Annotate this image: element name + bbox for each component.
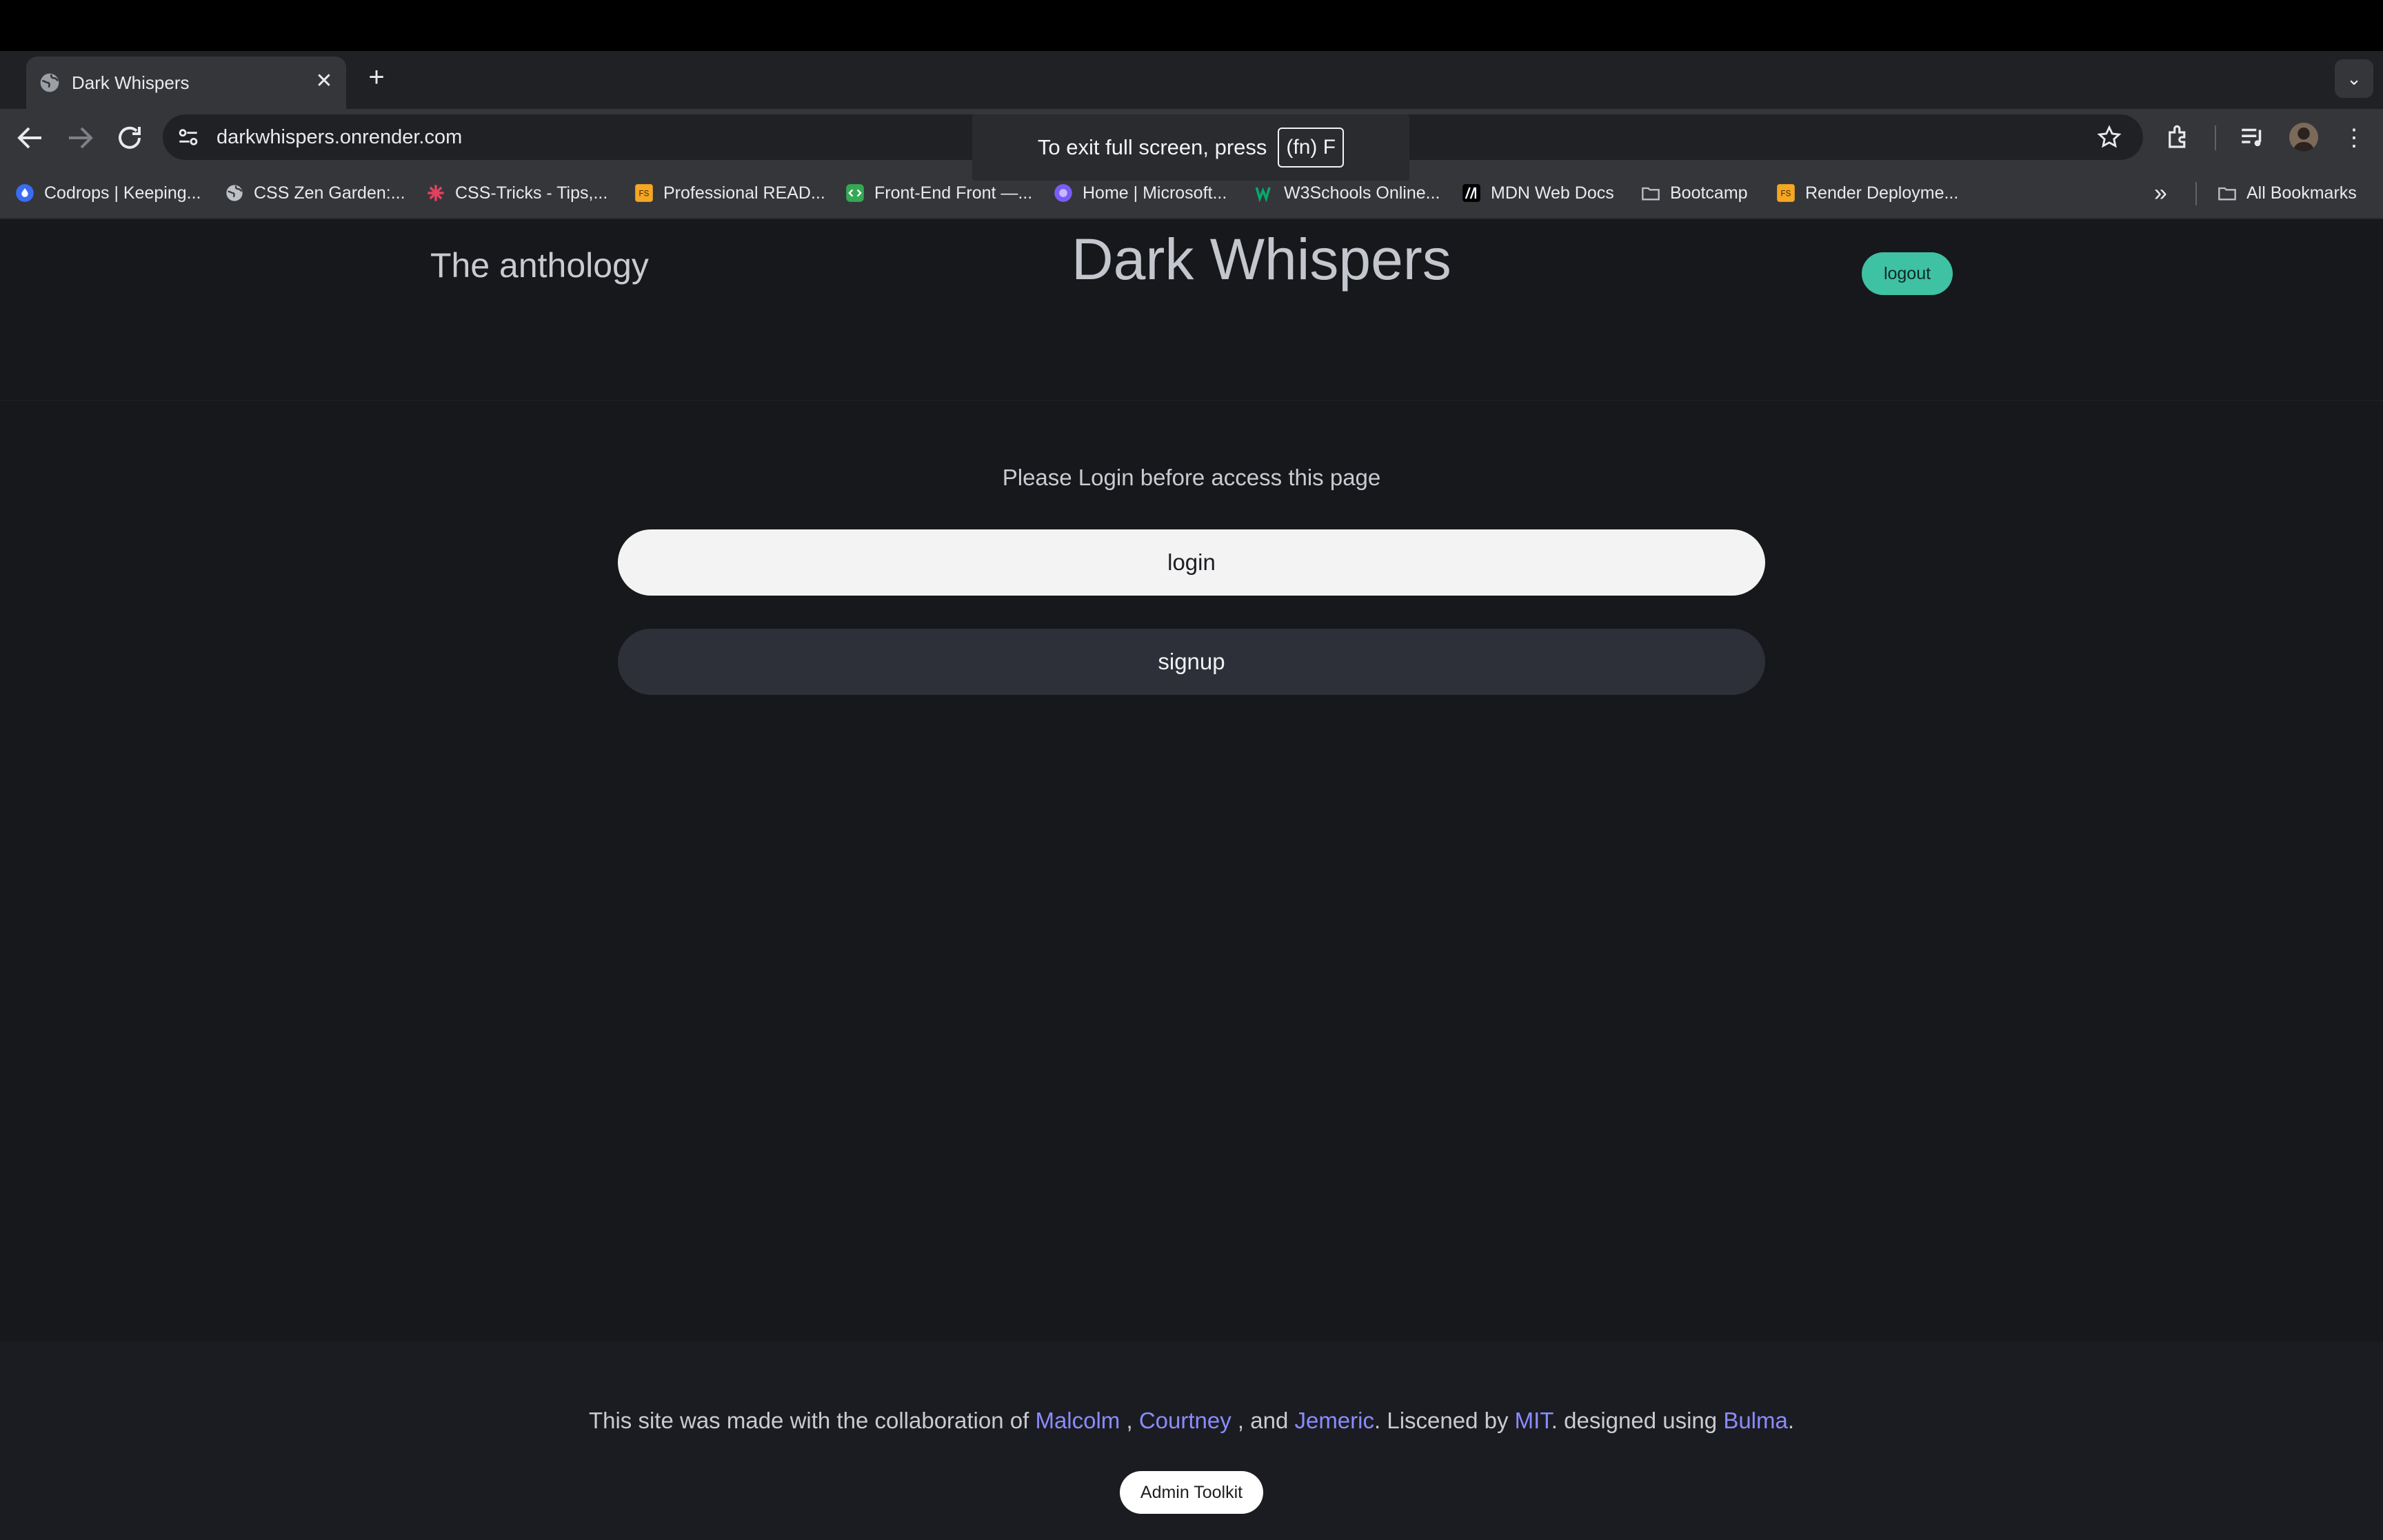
- forward-arrow-icon[interactable]: [63, 121, 97, 154]
- fullscreen-exit-toast: To exit full screen, press (fn) F: [972, 114, 1409, 181]
- microsoft-icon: [1054, 183, 1073, 203]
- mdn-icon: [1462, 183, 1481, 203]
- author-link-malcolm[interactable]: Malcolm: [1035, 1408, 1120, 1433]
- bookmark-codrops[interactable]: Codrops | Keeping...: [15, 181, 201, 205]
- codrops-icon: [15, 183, 34, 203]
- bookmark-css-tricks[interactable]: CSS-Tricks - Tips,...: [426, 181, 607, 205]
- profile-avatar[interactable]: [2289, 123, 2318, 152]
- new-tab-icon[interactable]: +: [360, 61, 393, 94]
- fs-icon: FS: [1776, 183, 1796, 203]
- bookmark-microsoft[interactable]: Home | Microsoft...: [1054, 181, 1227, 205]
- toolbar-divider: [2215, 125, 2216, 150]
- page-content: The anthology Dark Whispers logout Pleas…: [0, 219, 2383, 1540]
- bookmark-css-zen-garden[interactable]: CSS Zen Garden:...: [225, 181, 405, 205]
- close-tab-icon[interactable]: ✕: [310, 68, 338, 95]
- logout-button[interactable]: logout: [1862, 252, 1953, 295]
- license-link-mit[interactable]: MIT: [1515, 1408, 1551, 1433]
- tab-dark-whispers[interactable]: Dark Whispers ✕: [26, 57, 346, 109]
- globe-icon: [225, 183, 244, 203]
- media-controls-icon[interactable]: [2238, 123, 2267, 152]
- fullscreen-key-hint: (fn) F: [1278, 128, 1345, 168]
- tab-strip: Dark Whispers ✕ + ⌄: [0, 51, 2383, 109]
- reload-icon[interactable]: [113, 121, 146, 154]
- w3schools-icon: [1255, 183, 1274, 203]
- framework-link-bulma[interactable]: Bulma: [1723, 1408, 1788, 1433]
- browser-menu-icon[interactable]: ⋮: [2340, 121, 2368, 154]
- login-required-notice: Please Login before access this page: [1002, 465, 1381, 490]
- bookmark-professional-readme[interactable]: FS Professional READ...: [634, 181, 825, 205]
- footer: This site was made with the collaboratio…: [0, 1341, 2383, 1540]
- bookmark-star-icon[interactable]: [2096, 124, 2122, 150]
- back-arrow-icon[interactable]: [14, 121, 47, 154]
- globe-icon: [40, 73, 59, 92]
- header-divider: [0, 400, 2383, 401]
- frontend-icon: [845, 183, 865, 203]
- site-subtitle: The anthology: [430, 246, 649, 285]
- more-bookmarks-chevron-icon[interactable]: »: [2154, 180, 2167, 206]
- footer-credits: This site was made with the collaboratio…: [588, 1408, 1795, 1433]
- login-button[interactable]: login: [618, 529, 1765, 596]
- site-title[interactable]: Dark Whispers: [1072, 226, 1451, 293]
- window-top-bar: [0, 0, 2383, 51]
- bookmark-render-deployment[interactable]: FS Render Deployme...: [1776, 181, 1958, 205]
- css-tricks-icon: [426, 183, 445, 203]
- extensions-puzzle-icon[interactable]: [2164, 123, 2193, 152]
- bookmark-bootcamp-folder[interactable]: Bootcamp: [1641, 181, 1748, 205]
- bookmark-w3schools[interactable]: W3Schools Online...: [1255, 181, 1440, 205]
- site-info-icon[interactable]: [175, 124, 201, 150]
- signup-button[interactable]: signup: [618, 629, 1765, 695]
- bookmarks-divider: [2195, 182, 2197, 205]
- bookmark-front-end-front[interactable]: Front-End Front —...: [845, 181, 1032, 205]
- svg-text:FS: FS: [639, 190, 650, 199]
- url-text[interactable]: darkwhispers.onrender.com: [217, 124, 462, 150]
- bookmark-mdn[interactable]: MDN Web Docs: [1462, 181, 1614, 205]
- svg-text:FS: FS: [1781, 190, 1791, 199]
- author-link-courtney[interactable]: Courtney: [1139, 1408, 1231, 1433]
- tab-title: Dark Whispers: [72, 72, 190, 93]
- author-link-jemeric[interactable]: Jemeric: [1294, 1408, 1374, 1433]
- admin-toolkit-button[interactable]: Admin Toolkit: [1120, 1471, 1263, 1514]
- fs-icon: FS: [634, 183, 654, 203]
- all-bookmarks-folder[interactable]: All Bookmarks: [2218, 181, 2357, 205]
- tab-search-chevron-icon[interactable]: ⌄: [2335, 59, 2373, 98]
- folder-icon: [2218, 183, 2237, 203]
- folder-icon: [1641, 183, 1660, 203]
